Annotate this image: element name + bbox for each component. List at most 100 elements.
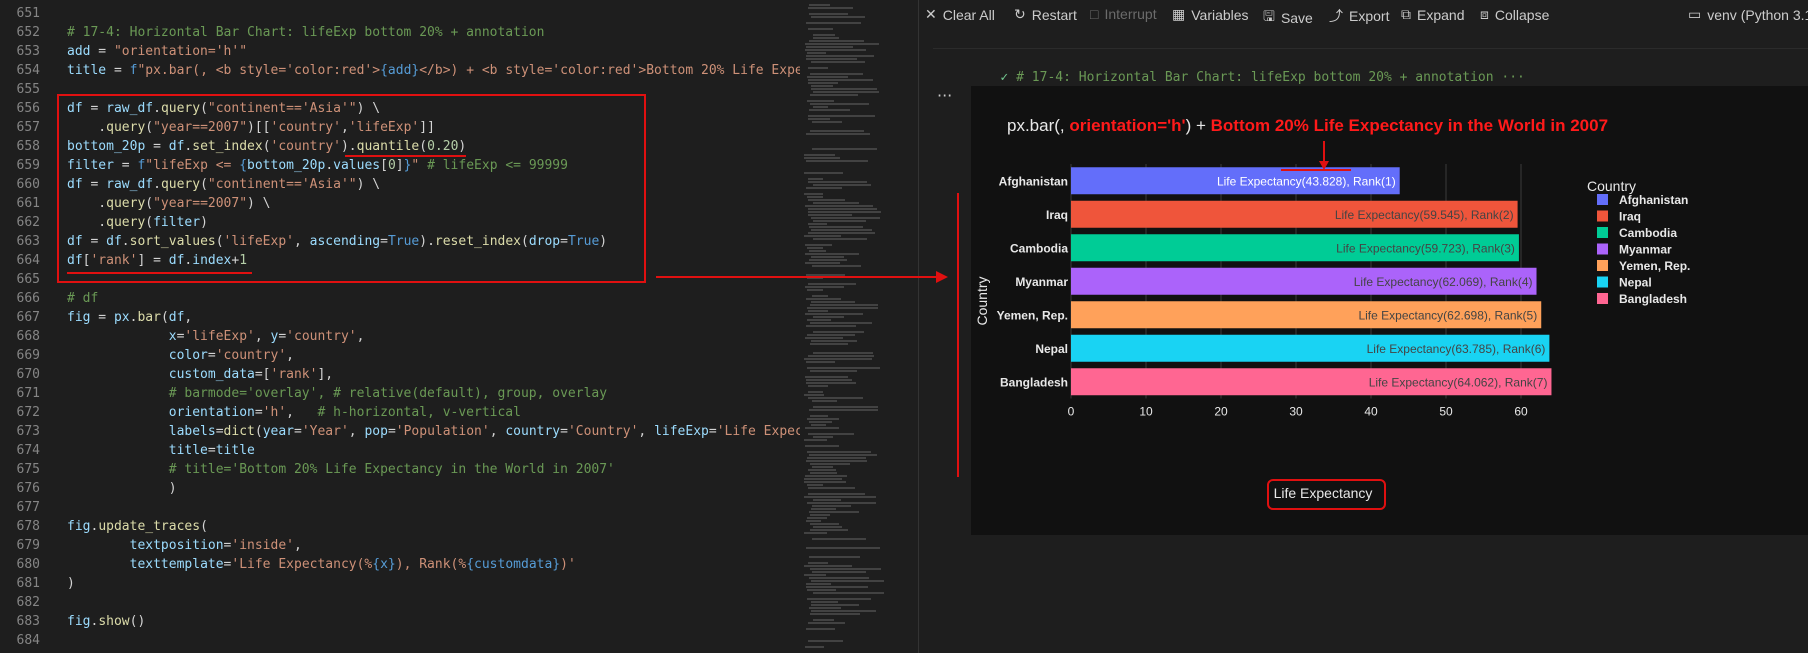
minimap-line [805,205,873,207]
legend-swatch [1597,260,1608,271]
save-button[interactable]: 🖫 Save [1263,6,1313,30]
collapse-button[interactable]: ⧈ Collapse [1480,6,1549,23]
minimap-line [806,58,857,60]
minimap-line [813,592,884,594]
code-line[interactable]: 673 labels=dict(year='Year', pop='Popula… [0,422,800,441]
bar-data-label: Life Expectancy(62.698), Rank(5) [1358,308,1537,322]
minimap-line [808,469,836,471]
minimap-line [813,436,833,438]
code-line[interactable]: 667 fig = px.bar(df, [0,308,800,327]
code-line[interactable]: 652 # 17-4: Horizontal Bar Chart: lifeExp… [0,23,800,42]
minimap-line [806,160,868,162]
minimap-line [811,16,865,18]
minimap-line [810,568,881,570]
code-line[interactable]: 653 add = "orientation='h'" [0,42,800,61]
line-number: 665 [16,272,40,287]
line-number: 682 [16,595,40,610]
code-line[interactable]: 683 fig.show() [0,612,800,631]
code-line[interactable]: 677 [0,498,800,517]
code-line[interactable]: 669 color='country', [0,346,800,365]
minimap-line [812,571,866,573]
code-line[interactable]: 680 texttemplate='Life Expectancy(%{x}),… [0,555,800,574]
code-line[interactable]: 679 textposition='inside', [0,536,800,555]
line-number: 662 [16,215,40,230]
cell-divider [933,48,1808,49]
code-line[interactable]: 682 [0,593,800,612]
minimap-line [811,256,844,258]
restart-button[interactable]: ↻ Restart [1014,6,1077,23]
x-tick-label: 0 [1068,405,1075,419]
code-token: = [278,329,287,344]
code-line[interactable]: 676 ) [0,479,800,498]
code-token: "px.bar(, <b style='color:red'> [137,63,381,78]
code-line[interactable]: 654 title = f"px.bar(, <b style='color:re… [0,61,800,80]
minimap-line [809,109,850,111]
line-number: 671 [16,386,40,401]
code-line[interactable]: 670 custom_data=['rank'], [0,365,800,384]
legend-label: Bangladesh [1619,292,1687,306]
minimap-line [808,178,823,180]
minimap-line [810,322,872,324]
code-line[interactable]: 671 # barmode='overlay', # relative(defa… [0,384,800,403]
clear-all-button[interactable]: ✕ Clear All [925,6,995,23]
code-line[interactable]: 678 fig.update_traces( [0,517,800,536]
line-number: 653 [16,44,40,59]
minimap[interactable] [800,0,919,653]
minimap-line [806,361,835,363]
interrupt-icon: □ [1090,6,1099,22]
minimap-line [813,220,866,222]
minimap-line [810,523,839,525]
code-token: , [184,310,193,325]
interrupt-button[interactable]: □ Interrupt [1090,6,1157,22]
code-text: title=title [67,441,255,460]
minimap-line [808,181,867,183]
minimap-line [810,514,830,516]
export-button[interactable]: ⤴ Export [1329,6,1389,26]
variables-button[interactable]: ▦ Variables [1172,6,1249,23]
legend-label: Yemen, Rep. [1619,259,1690,273]
minimap-line [806,547,880,549]
minimap-line [804,439,827,441]
minimap-line [804,157,840,159]
minimap-line [804,496,876,498]
legend-swatch [1597,227,1608,238]
minimap-line [806,187,842,189]
minimap-line [808,232,875,234]
expand-button[interactable]: ⧉ Expand [1401,6,1464,23]
code-text: labels=dict(year='Year', pop='Population… [67,422,800,441]
legend-swatch [1597,276,1608,288]
line-number: 664 [16,253,40,268]
minimap-line [804,532,827,534]
line-number: 666 [16,291,40,306]
code-line[interactable]: 651 [0,4,800,23]
minimap-line [809,40,864,42]
code-text: fig = px.bar(df, [67,308,192,327]
minimap-line [805,244,832,246]
line-number: 669 [16,348,40,363]
code-line[interactable]: 675 # title='Bottom 20% Life Expectancy … [0,460,800,479]
kernel-picker[interactable]: ▭ venv (Python 3.11 [1688,6,1808,23]
minimap-line [810,472,837,474]
cell-more-icon[interactable]: ··· [937,86,952,105]
minimap-line [811,85,833,87]
bar-data-label: Life Expectancy(59.723), Rank(3) [1336,241,1515,255]
code-line[interactable]: 672 orientation='h', # h-horizontal, v-v… [0,403,800,422]
code-token: = [560,424,568,439]
code-token: , [638,424,655,439]
code-token: =[ [254,367,271,382]
code-line[interactable]: 684 [0,631,800,650]
annotation-connector-arrow [936,271,948,283]
minimap-line [808,214,852,216]
code-line[interactable]: 668 x='lifeExp', y='country', [0,327,800,346]
code-line[interactable]: 681) [0,574,800,593]
x-tick-label: 20 [1214,405,1228,419]
code-token: update_traces [98,519,201,534]
code-line[interactable]: 674 title=title [0,441,800,460]
code-line[interactable]: 666 # df [0,289,800,308]
code-text: # 17-4: Horizontal Bar Chart: lifeExp bo… [67,23,544,42]
minimap-line [806,325,856,327]
